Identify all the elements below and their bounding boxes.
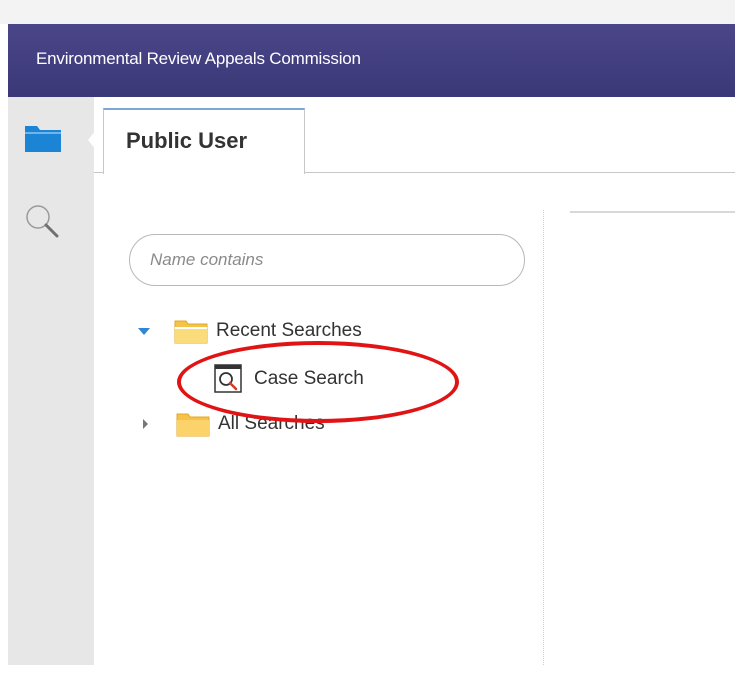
pane-divider[interactable] <box>543 210 544 665</box>
left-rail <box>8 97 96 665</box>
tree-item-recent-searches[interactable]: Recent Searches <box>138 318 362 344</box>
bottom-margin <box>0 665 735 693</box>
tab-label: Public User <box>126 128 248 153</box>
tab-baseline <box>304 172 735 173</box>
caret-down-icon[interactable] <box>138 327 150 335</box>
tab-public-user[interactable]: Public User <box>103 108 305 174</box>
app-header: Environmental Review Appeals Commission <box>8 24 735 97</box>
folder-icon[interactable] <box>25 124 61 152</box>
search-input[interactable] <box>129 234 525 286</box>
tab-baseline <box>94 172 104 173</box>
tree-label-recent-searches: Recent Searches <box>216 320 362 341</box>
search-document-icon <box>214 364 244 394</box>
content-rule <box>570 211 735 213</box>
tree-item-all-searches[interactable]: All Searches <box>143 411 325 437</box>
top-strip <box>0 0 735 24</box>
tree-label-all-searches: All Searches <box>218 413 325 434</box>
caret-right-icon[interactable] <box>143 419 148 429</box>
app-title: Environmental Review Appeals Commission <box>36 49 361 68</box>
search-icon[interactable] <box>24 203 60 241</box>
tree-label-case-search: Case Search <box>254 368 364 389</box>
tree-item-case-search[interactable]: Case Search <box>214 364 364 394</box>
folder-icon <box>176 411 210 437</box>
folder-open-icon <box>174 318 208 344</box>
active-pointer <box>88 130 96 150</box>
